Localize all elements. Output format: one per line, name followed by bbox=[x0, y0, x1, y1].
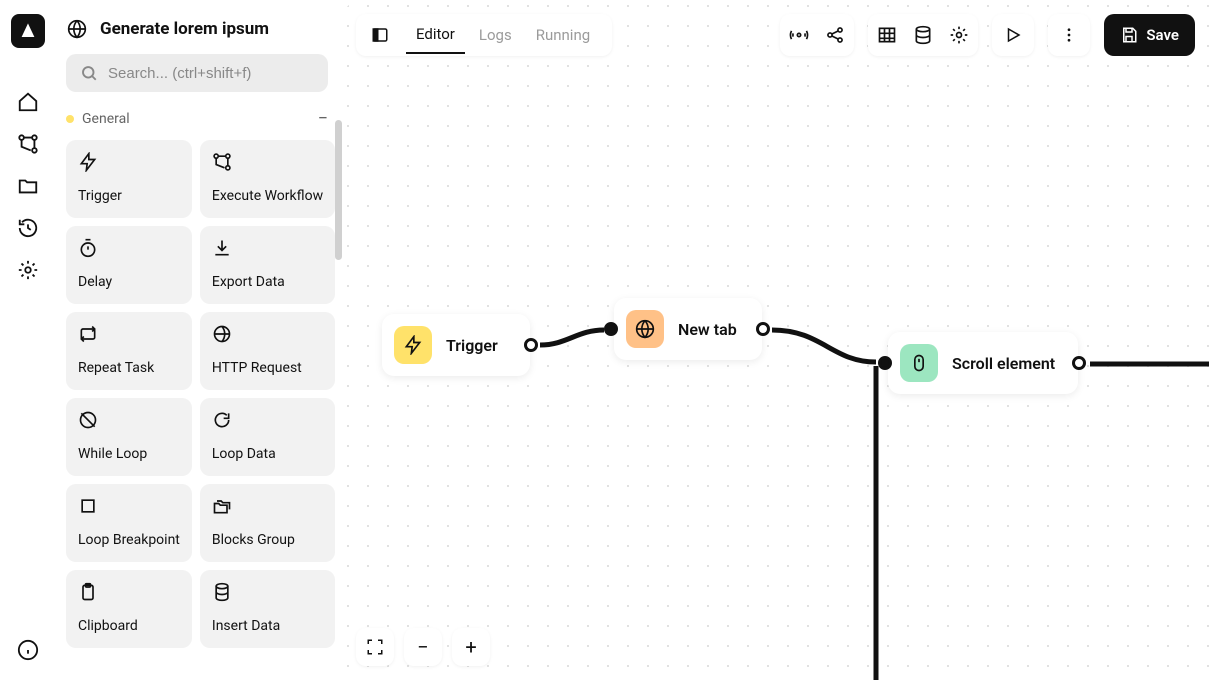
broadcast-icon[interactable] bbox=[788, 24, 810, 46]
workflow-icon[interactable] bbox=[16, 132, 40, 156]
node-new-tab[interactable]: New tab bbox=[614, 298, 762, 360]
clipboard-icon bbox=[78, 582, 98, 602]
zoom-controls: − + bbox=[356, 628, 490, 666]
share-group bbox=[780, 14, 854, 56]
block-label: While Loop bbox=[78, 446, 180, 462]
block-label: Loop Data bbox=[212, 446, 323, 462]
home-icon[interactable] bbox=[16, 90, 40, 114]
globe-slash-icon bbox=[212, 324, 232, 344]
node-scroll-element[interactable]: Scroll element bbox=[888, 332, 1078, 394]
node-label: Scroll element bbox=[952, 354, 1055, 373]
block-label: Insert Data bbox=[212, 618, 323, 634]
block-square[interactable]: Loop Breakpoint bbox=[66, 484, 192, 562]
port-in[interactable] bbox=[878, 356, 892, 370]
square-icon bbox=[78, 496, 98, 516]
panel-scrollbar[interactable] bbox=[335, 120, 342, 260]
block-label: HTTP Request bbox=[212, 360, 323, 376]
section-dot-icon bbox=[66, 115, 74, 123]
zoom-out-button[interactable]: − bbox=[404, 628, 442, 666]
port-out[interactable] bbox=[524, 338, 538, 352]
repeat-icon bbox=[78, 324, 98, 344]
block-label: Delay bbox=[78, 274, 180, 290]
nav-rail bbox=[0, 0, 56, 680]
history-icon[interactable] bbox=[16, 216, 40, 240]
tab-editor[interactable]: Editor bbox=[406, 16, 465, 54]
table-icon[interactable] bbox=[876, 24, 898, 46]
app-logo[interactable] bbox=[11, 14, 45, 48]
node-label: New tab bbox=[678, 320, 737, 339]
search-input-container[interactable] bbox=[66, 54, 328, 92]
bolt-icon bbox=[78, 152, 98, 172]
database-icon[interactable] bbox=[912, 24, 934, 46]
settings-icon[interactable] bbox=[16, 258, 40, 282]
search-input[interactable] bbox=[108, 65, 314, 82]
section-label: General bbox=[82, 111, 310, 127]
folders-icon bbox=[212, 496, 232, 516]
loop-icon bbox=[212, 410, 232, 430]
fit-view-button[interactable] bbox=[356, 628, 394, 666]
block-label: Export Data bbox=[212, 274, 323, 290]
block-label: Blocks Group bbox=[212, 532, 323, 548]
port-out[interactable] bbox=[756, 322, 770, 336]
blocks-palette: Trigger Execute Workflow Delay Export Data R… bbox=[66, 140, 328, 648]
port-in[interactable] bbox=[604, 322, 618, 336]
editor-topbar: Editor Logs Running bbox=[356, 14, 1195, 56]
editor-canvas[interactable]: Editor Logs Running bbox=[342, 0, 1209, 680]
node-label: Trigger bbox=[446, 336, 498, 355]
save-label: Save bbox=[1146, 26, 1179, 44]
port-out[interactable] bbox=[1072, 356, 1086, 370]
node-trigger[interactable]: Trigger bbox=[382, 314, 530, 376]
block-label: Repeat Task bbox=[78, 360, 180, 376]
info-icon[interactable] bbox=[16, 638, 40, 662]
save-button[interactable]: Save bbox=[1104, 14, 1195, 56]
tab-logs[interactable]: Logs bbox=[469, 17, 522, 53]
config-icon[interactable] bbox=[948, 24, 970, 46]
block-label: Clipboard bbox=[78, 618, 180, 634]
tabs: Editor Logs Running bbox=[356, 14, 612, 56]
block-label: Trigger bbox=[78, 188, 180, 204]
globe-icon bbox=[66, 18, 88, 40]
run-button[interactable] bbox=[992, 14, 1034, 56]
workflow-icon bbox=[212, 152, 232, 172]
while-icon bbox=[78, 410, 98, 430]
search-icon bbox=[80, 64, 98, 82]
block-label: Execute Workflow bbox=[212, 188, 323, 204]
block-label: Loop Breakpoint bbox=[78, 532, 180, 548]
block-bolt[interactable]: Trigger bbox=[66, 140, 192, 218]
share-icon[interactable] bbox=[824, 24, 846, 46]
block-while[interactable]: While Loop bbox=[66, 398, 192, 476]
block-globe-slash[interactable]: HTTP Request bbox=[200, 312, 335, 390]
block-database[interactable]: Insert Data bbox=[200, 570, 335, 648]
block-folders[interactable]: Blocks Group bbox=[200, 484, 335, 562]
blocks-panel: Generate lorem ipsum General − Trigger Ex… bbox=[56, 0, 342, 680]
folder-icon[interactable] bbox=[16, 174, 40, 198]
bolt-icon bbox=[394, 326, 432, 364]
block-clipboard[interactable]: Clipboard bbox=[66, 570, 192, 648]
section-collapse-button[interactable]: − bbox=[318, 110, 328, 128]
database-icon bbox=[212, 582, 232, 602]
zoom-in-button[interactable]: + bbox=[452, 628, 490, 666]
block-workflow[interactable]: Execute Workflow bbox=[200, 140, 335, 218]
block-timer[interactable]: Delay bbox=[66, 226, 192, 304]
data-group bbox=[868, 14, 978, 56]
menu-button[interactable] bbox=[1048, 14, 1090, 56]
page-title: Generate lorem ipsum bbox=[100, 19, 269, 39]
block-repeat[interactable]: Repeat Task bbox=[66, 312, 192, 390]
tab-running[interactable]: Running bbox=[526, 17, 600, 53]
save-icon bbox=[1120, 26, 1138, 44]
globe-icon bbox=[626, 310, 664, 348]
block-loop[interactable]: Loop Data bbox=[200, 398, 335, 476]
download-icon bbox=[212, 238, 232, 258]
timer-icon bbox=[78, 238, 98, 258]
block-download[interactable]: Export Data bbox=[200, 226, 335, 304]
panel-toggle-icon[interactable] bbox=[368, 23, 392, 47]
mouse-icon bbox=[900, 344, 938, 382]
